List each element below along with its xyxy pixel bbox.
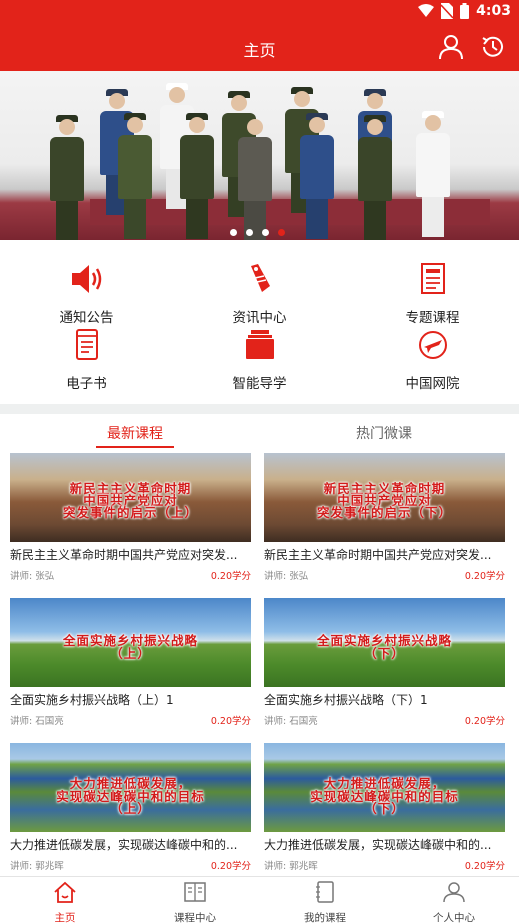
- speaker-icon: [71, 265, 101, 293]
- course-thumbnail: 大力推进低碳发展， 实现碳达峰碳中和的目标 （上）: [10, 743, 251, 832]
- course-teacher: 讲师: 张弘: [264, 571, 309, 582]
- banner-figure: [416, 111, 450, 237]
- nav-course-center[interactable]: 课程中心: [130, 881, 260, 924]
- banner-carousel[interactable]: [0, 71, 519, 240]
- course-credit: 0.20学分: [464, 861, 505, 872]
- banner-figure: [180, 113, 214, 239]
- course-card[interactable]: 全面实施乡村振兴战略 （下） 全面实施乡村振兴战略（下）1 讲师: 石国亮 0.2…: [264, 598, 505, 727]
- menu-notice[interactable]: 通知公告: [0, 262, 173, 326]
- tag-icon: [250, 264, 270, 292]
- course-teacher: 讲师: 石国亮: [264, 716, 318, 727]
- course-title: 全面实施乡村振兴战略（上）1: [10, 693, 174, 707]
- wifi-icon: [418, 4, 435, 17]
- section-divider: [0, 404, 519, 414]
- person-icon: [443, 882, 465, 903]
- history-button[interactable]: [480, 34, 506, 60]
- folder-icon: [245, 330, 274, 359]
- course-title: 新民主主义革命时期中国共产党应对突发...: [264, 548, 492, 562]
- course-thumbnail: 新民主主义革命时期 中国共产党应对 突发事件的启示（上）: [10, 453, 251, 542]
- open-book-icon: [184, 882, 206, 902]
- course-thumbnail: 新民主主义革命时期 中国共产党应对 突发事件的启示（下）: [264, 453, 505, 542]
- course-credit: 0.20学分: [210, 571, 251, 582]
- course-card[interactable]: 大力推进低碳发展， 实现碳达峰碳中和的目标 （上） 大力推进低碳发展，实现碳达峰…: [10, 743, 251, 872]
- quick-menu: 通知公告 资讯中心 专题课程 电子书 智能导学 中国网院: [0, 240, 519, 404]
- banner-figure: [118, 113, 152, 239]
- course-teacher: 讲师: 郭兆晖: [10, 861, 64, 872]
- profile-button[interactable]: [438, 34, 464, 60]
- carousel-dot[interactable]: [230, 229, 237, 236]
- menu-ebook[interactable]: 电子书: [0, 328, 173, 392]
- course-title: 大力推进低碳发展，实现碳达峰碳中和的...: [10, 838, 238, 852]
- menu-news[interactable]: 资讯中心: [173, 262, 346, 326]
- course-title: 大力推进低碳发展，实现碳达峰碳中和的...: [264, 838, 492, 852]
- course-thumbnail: 全面实施乡村振兴战略 （上）: [10, 598, 251, 687]
- menu-guide[interactable]: 智能导学: [173, 328, 346, 392]
- course-title: 全面实施乡村振兴战略（下）1: [264, 693, 428, 707]
- course-title: 新民主主义革命时期中国共产党应对突发...: [10, 548, 238, 562]
- menu-topics[interactable]: 专题课程: [346, 262, 519, 326]
- battery-icon: [460, 3, 470, 19]
- course-card[interactable]: 全面实施乡村振兴战略 （上） 全面实施乡村振兴战略（上）1 讲师: 石国亮 0.2…: [10, 598, 251, 727]
- course-credit: 0.20学分: [464, 571, 505, 582]
- course-tabs: 最新课程 热门微课: [0, 414, 519, 450]
- document-icon: [420, 263, 445, 294]
- notebook-icon: [316, 881, 334, 903]
- person-icon: [439, 35, 463, 60]
- active-tab-indicator: [96, 446, 174, 448]
- nav-home[interactable]: 主页: [0, 881, 130, 924]
- course-card[interactable]: 大力推进低碳发展， 实现碳达峰碳中和的目标 （下） 大力推进低碳发展，实现碳达峰…: [264, 743, 505, 872]
- history-clock-icon: [482, 36, 503, 57]
- course-card[interactable]: 新民主主义革命时期 中国共产党应对 突发事件的启示（下） 新民主主义革命时期中国…: [264, 453, 505, 582]
- course-credit: 0.20学分: [210, 861, 251, 872]
- banner-figure: [238, 115, 272, 240]
- no-sim-icon: [441, 3, 454, 19]
- course-credit: 0.20学分: [210, 716, 251, 727]
- course-thumbnail: 大力推进低碳发展， 实现碳达峰碳中和的目标 （下）: [264, 743, 505, 832]
- carousel-dot[interactable]: [246, 229, 253, 236]
- course-teacher: 讲师: 郭兆晖: [264, 861, 318, 872]
- course-card[interactable]: 新民主主义革命时期 中国共产党应对 突发事件的启示（上） 新民主主义革命时期中国…: [10, 453, 251, 582]
- carousel-dot[interactable]: [262, 229, 269, 236]
- bottom-navigation: 主页 课程中心 我的课程 个人中心: [0, 876, 519, 924]
- course-teacher: 讲师: 石国亮: [10, 716, 64, 727]
- tab-hot-microcourses[interactable]: 热门微课: [356, 423, 412, 443]
- banner-figure: [300, 113, 334, 239]
- banner-figure: [358, 115, 392, 240]
- carousel-dot-active[interactable]: [278, 229, 285, 236]
- banner-figure: [50, 115, 84, 240]
- plane-circle-icon: [418, 331, 447, 359]
- nav-personal-center[interactable]: 个人中心: [389, 881, 519, 924]
- menu-china-academy[interactable]: 中国网院: [346, 328, 519, 392]
- course-teacher: 讲师: 张弘: [10, 571, 55, 582]
- tab-latest-courses[interactable]: 最新课程: [107, 423, 163, 443]
- carousel-indicator: [230, 229, 285, 236]
- home-icon: [54, 881, 76, 903]
- status-bar: 4:03: [0, 0, 519, 24]
- course-credit: 0.20学分: [464, 716, 505, 727]
- course-thumbnail: 全面实施乡村振兴战略 （下）: [264, 598, 505, 687]
- book-icon: [75, 329, 98, 360]
- nav-my-courses[interactable]: 我的课程: [260, 881, 390, 924]
- status-time: 4:03: [476, 3, 511, 19]
- app-bar: 主页: [0, 24, 519, 71]
